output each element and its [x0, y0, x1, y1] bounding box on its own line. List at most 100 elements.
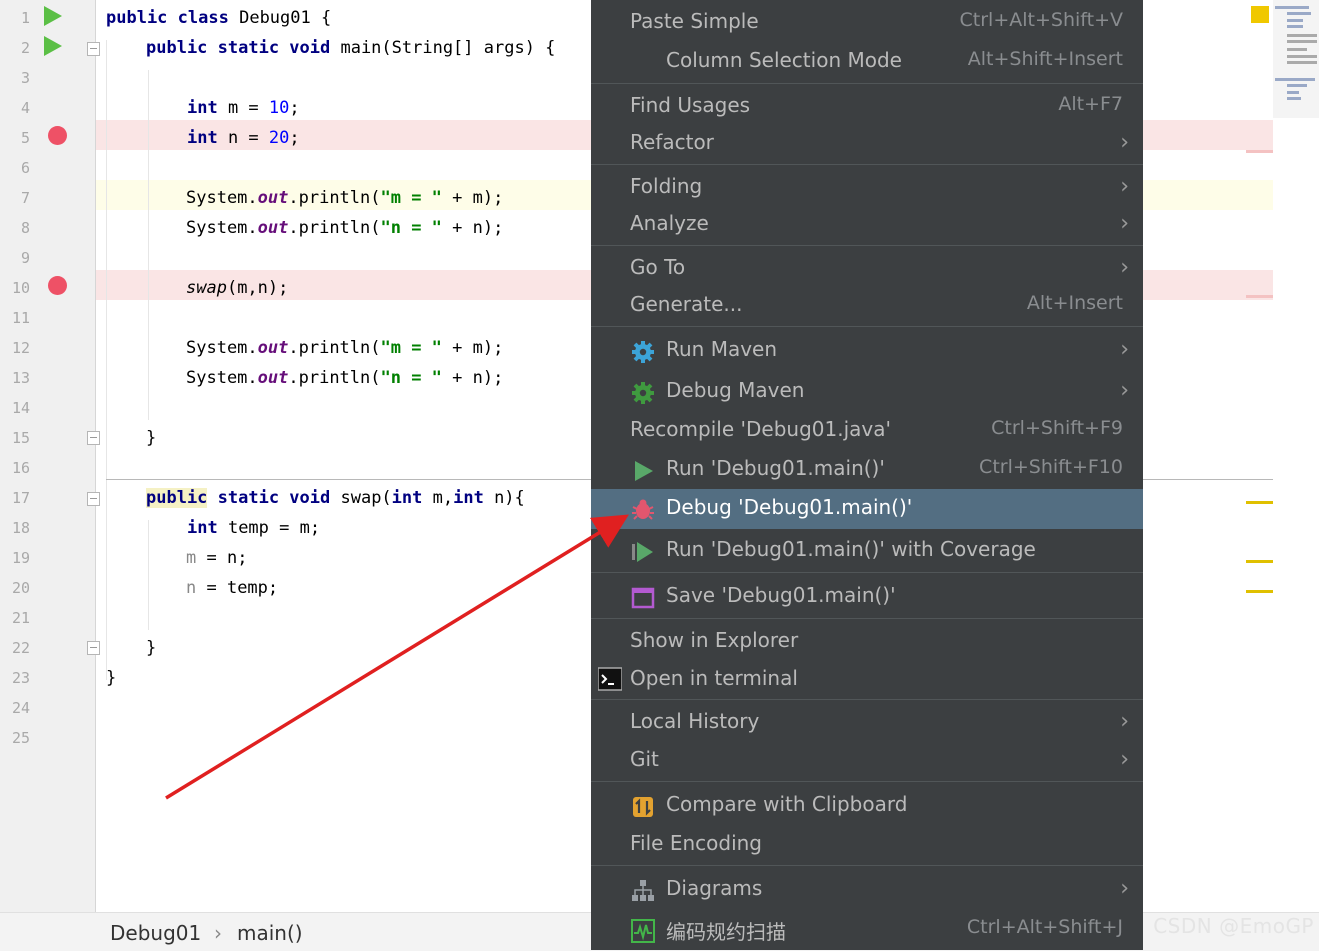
- chevron-right-icon: ›: [1120, 255, 1129, 280]
- code-line: int temp = m;: [187, 518, 321, 538]
- error-stripe-mark[interactable]: [1246, 150, 1273, 153]
- chevron-right-icon: ›: [1120, 211, 1129, 236]
- run-gutter-icon[interactable]: [44, 36, 62, 56]
- coverage-run-icon: [632, 542, 653, 562]
- warning-stripe-mark[interactable]: [1246, 590, 1273, 593]
- code-line: System.out.println("n = " + n);: [186, 368, 504, 388]
- menu-separator: [591, 572, 1143, 573]
- menu-item-run-with-coverage[interactable]: Run 'Debug01.main()' with Coverage: [591, 531, 1143, 569]
- chevron-right-icon: ›: [1120, 709, 1129, 734]
- breakpoint-icon[interactable]: [48, 126, 67, 145]
- line-number: 7: [20, 189, 30, 207]
- menu-separator: [591, 781, 1143, 782]
- warning-stripe-mark[interactable]: [1246, 560, 1273, 563]
- menu-item-debug-maven[interactable]: Debug Maven ›: [591, 372, 1143, 410]
- indent-guide: [148, 70, 149, 420]
- menu-item-analyze[interactable]: Analyze ›: [591, 205, 1143, 243]
- line-number: 18: [11, 519, 30, 537]
- line-number: 5: [20, 129, 30, 147]
- error-stripe-mark[interactable]: [1246, 295, 1273, 298]
- menu-item-find-usages[interactable]: Find Usages Alt+F7: [591, 87, 1143, 125]
- code-scan-icon: [631, 919, 655, 943]
- menu-separator: [591, 618, 1143, 619]
- indent-guide: [106, 40, 107, 680]
- fold-icon[interactable]: [87, 431, 100, 445]
- menu-item-local-history[interactable]: Local History ›: [591, 703, 1143, 741]
- code-line: n = temp;: [186, 578, 279, 598]
- menu-item-paste-simple[interactable]: Paste Simple Ctrl+Alt+Shift+V: [591, 3, 1143, 41]
- menu-item-show-in-explorer[interactable]: Show in Explorer: [591, 622, 1143, 660]
- menu-item-generate[interactable]: Generate... Alt+Insert: [591, 286, 1143, 324]
- code-line: System.out.println("n = " + n);: [186, 218, 504, 238]
- code-line: m = n;: [186, 548, 248, 568]
- terminal-icon: [598, 667, 622, 691]
- line-number: 4: [20, 99, 30, 117]
- line-number: 24: [11, 699, 30, 717]
- diagram-icon: [632, 880, 654, 901]
- menu-separator: [591, 865, 1143, 866]
- menu-item-code-scan[interactable]: 编码规约扫描 Ctrl+Alt+Shift+J: [591, 910, 1143, 948]
- menu-item-file-encoding[interactable]: File Encoding: [591, 825, 1143, 863]
- code-line: swap(m,n);: [186, 278, 289, 298]
- menu-separator: [591, 164, 1143, 165]
- line-number: 16: [11, 459, 30, 477]
- chevron-right-icon: ›: [1120, 174, 1129, 199]
- menu-item-folding[interactable]: Folding ›: [591, 168, 1143, 206]
- menu-item-refactor[interactable]: Refactor ›: [591, 124, 1143, 162]
- indent-guide: [148, 520, 149, 630]
- menu-separator: [591, 245, 1143, 246]
- code-line: }: [146, 428, 157, 448]
- save-config-icon: [631, 587, 655, 609]
- watermark: CSDN @EmoGP: [1153, 914, 1314, 938]
- line-number: 8: [20, 219, 30, 237]
- menu-item-open-in-terminal[interactable]: Open in terminal: [591, 660, 1143, 698]
- line-number: 6: [20, 159, 30, 177]
- line-number: 22: [11, 639, 30, 657]
- menu-item-go-to[interactable]: Go To ›: [591, 249, 1143, 287]
- menu-item-run-main[interactable]: Run 'Debug01.main()' Ctrl+Shift+F10: [591, 450, 1143, 488]
- line-number: 3: [20, 69, 30, 87]
- code-line: }: [146, 638, 157, 658]
- chevron-right-icon: ›: [1120, 378, 1129, 403]
- code-line: public class Debug01 {: [106, 8, 332, 28]
- code-minimap[interactable]: [1273, 0, 1319, 118]
- chevron-right-icon: ›: [1120, 337, 1129, 362]
- fold-icon[interactable]: [87, 42, 100, 56]
- run-gutter-icon[interactable]: [44, 6, 62, 26]
- run-icon: [635, 461, 653, 481]
- menu-item-column-selection-mode[interactable]: Column Selection Mode Alt+Shift+Insert: [591, 42, 1143, 80]
- warning-stripe-mark[interactable]: [1246, 501, 1273, 504]
- line-number: 1: [20, 9, 30, 27]
- line-number: 2: [20, 39, 30, 57]
- menu-item-git[interactable]: Git ›: [591, 741, 1143, 779]
- menu-item-recompile[interactable]: Recompile 'Debug01.java' Ctrl+Shift+F9: [591, 411, 1143, 449]
- line-number: 14: [11, 399, 30, 417]
- line-number: 25: [11, 729, 30, 747]
- line-number: 15: [11, 429, 30, 447]
- fold-icon[interactable]: [87, 641, 100, 655]
- code-line: int n = 20;: [187, 128, 300, 148]
- menu-item-run-maven[interactable]: Run Maven ›: [591, 331, 1143, 369]
- menu-item-save-config[interactable]: Save 'Debug01.main()': [591, 577, 1143, 615]
- fold-icon[interactable]: [87, 492, 100, 506]
- line-number: 20: [11, 579, 30, 597]
- menu-item-debug-main[interactable]: Debug 'Debug01.main()': [591, 489, 1143, 529]
- line-number: 10: [11, 279, 30, 297]
- menu-item-diagrams[interactable]: Diagrams ›: [591, 870, 1143, 908]
- breadcrumb-separator: ›: [214, 921, 222, 945]
- line-number: 17: [11, 489, 30, 507]
- chevron-right-icon: ›: [1120, 130, 1129, 155]
- gear-icon: [632, 341, 654, 363]
- warning-status-icon[interactable]: [1251, 6, 1269, 23]
- breakpoint-icon[interactable]: [48, 276, 67, 295]
- breadcrumb-method[interactable]: main(): [237, 921, 303, 945]
- line-number: 11: [11, 309, 30, 327]
- menu-separator: [591, 83, 1143, 84]
- menu-separator: [591, 326, 1143, 327]
- gear-icon: [632, 382, 654, 404]
- code-line: public static void main(String[] args) {: [146, 38, 556, 58]
- code-line: int m = 10;: [187, 98, 300, 118]
- breadcrumb-class[interactable]: Debug01: [110, 921, 201, 945]
- menu-item-compare-with-clipboard[interactable]: Compare with Clipboard: [591, 786, 1143, 824]
- code-line: System.out.println("m = " + m);: [186, 338, 504, 358]
